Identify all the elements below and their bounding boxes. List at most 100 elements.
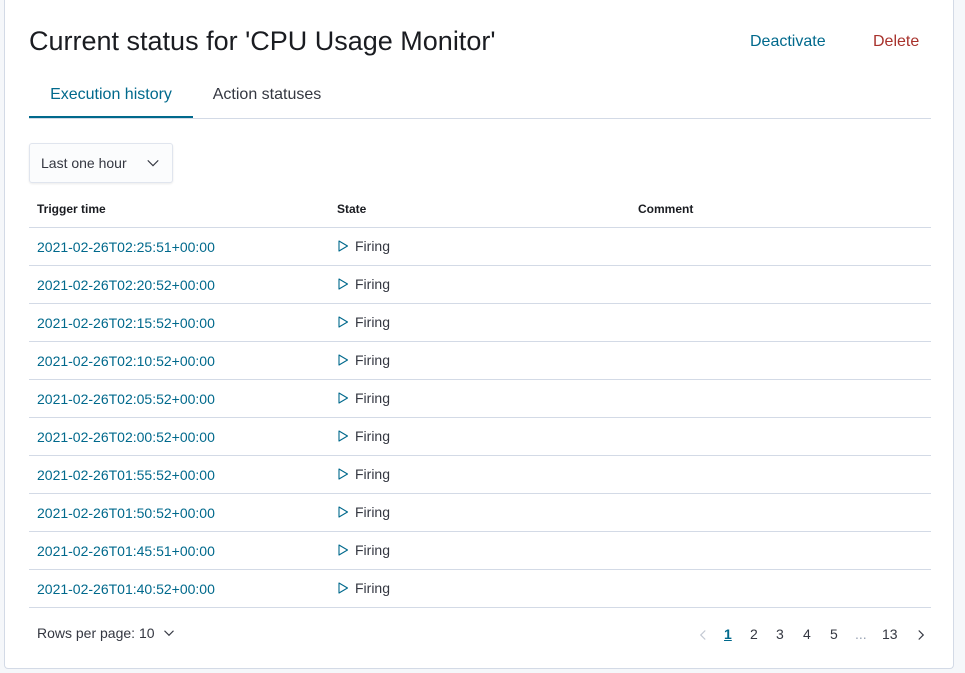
page-2[interactable]: 2 xyxy=(750,626,758,642)
trigger-time-link[interactable]: 2021-02-26T02:10:52+00:00 xyxy=(37,353,215,369)
delete-button[interactable]: Delete xyxy=(873,33,919,51)
table-row: 2021-02-26T02:05:52+00:00 Firing xyxy=(29,379,931,418)
trigger-time-link[interactable]: 2021-02-26T02:15:52+00:00 xyxy=(37,315,215,331)
trigger-time-link[interactable]: 2021-02-26T02:05:52+00:00 xyxy=(37,391,215,407)
trigger-time-link[interactable]: 2021-02-26T01:40:52+00:00 xyxy=(37,581,215,597)
state-cell: Firing xyxy=(329,227,630,266)
play-icon xyxy=(338,582,349,594)
page-13[interactable]: 13 xyxy=(882,626,898,642)
trigger-time-link[interactable]: 2021-02-26T02:20:52+00:00 xyxy=(37,277,215,293)
state-label: Firing xyxy=(355,238,391,254)
comment-cell xyxy=(630,303,931,342)
chevron-down-icon xyxy=(147,159,159,167)
state-label: Firing xyxy=(355,466,391,482)
state-cell: Firing xyxy=(329,417,630,456)
play-icon xyxy=(338,316,349,328)
state-label: Firing xyxy=(355,580,391,596)
time-range-select[interactable]: Last one hour xyxy=(29,143,173,183)
state-cell: Firing xyxy=(329,531,630,570)
trigger-time-cell: 2021-02-26T01:40:52+00:00 xyxy=(29,569,329,608)
page-5[interactable]: 5 xyxy=(830,626,838,642)
table-row: 2021-02-26T02:25:51+00:00 Firing xyxy=(29,227,931,266)
tab-action-statuses[interactable]: Action statuses xyxy=(193,74,341,118)
trigger-time-link[interactable]: 2021-02-26T01:45:51+00:00 xyxy=(37,543,215,559)
page-3[interactable]: 3 xyxy=(776,626,784,642)
state-label: Firing xyxy=(355,352,391,368)
chevron-left-icon[interactable] xyxy=(697,629,709,641)
comment-cell xyxy=(630,417,931,456)
state-label: Firing xyxy=(355,276,391,292)
state-badge: Firing xyxy=(337,352,390,368)
table-header-row: Trigger time State Comment xyxy=(29,191,931,228)
state-cell: Firing xyxy=(329,303,630,342)
trigger-time-cell: 2021-02-26T02:25:51+00:00 xyxy=(29,227,329,266)
trigger-time-cell: 2021-02-26T02:15:52+00:00 xyxy=(29,303,329,342)
table-row: 2021-02-26T02:20:52+00:00 Firing xyxy=(29,265,931,304)
state-badge: Firing xyxy=(337,276,390,292)
tab-bar: Execution history Action statuses xyxy=(29,74,931,119)
time-range-value: Last one hour xyxy=(41,155,127,171)
trigger-time-cell: 2021-02-26T02:05:52+00:00 xyxy=(29,379,329,418)
rows-per-page-button[interactable]: Rows per page: 10 xyxy=(37,625,175,641)
table-row: 2021-02-26T01:40:52+00:00 Firing xyxy=(29,569,931,608)
comment-cell xyxy=(630,455,931,494)
state-badge: Firing xyxy=(337,390,390,406)
table-row: 2021-02-26T02:15:52+00:00 Firing xyxy=(29,303,931,342)
state-badge: Firing xyxy=(337,314,390,330)
trigger-time-cell: 2021-02-26T01:50:52+00:00 xyxy=(29,493,329,532)
trigger-time-link[interactable]: 2021-02-26T02:00:52+00:00 xyxy=(37,429,215,445)
trigger-time-link[interactable]: 2021-02-26T01:50:52+00:00 xyxy=(37,505,215,521)
trigger-time-cell: 2021-02-26T02:20:52+00:00 xyxy=(29,265,329,304)
table-row: 2021-02-26T01:50:52+00:00 Firing xyxy=(29,493,931,532)
comment-cell xyxy=(630,493,931,532)
state-badge: Firing xyxy=(337,542,390,558)
trigger-time-cell: 2021-02-26T02:10:52+00:00 xyxy=(29,341,329,380)
trigger-time-link[interactable]: 2021-02-26T01:55:52+00:00 xyxy=(37,467,215,483)
state-badge: Firing xyxy=(337,428,390,444)
state-label: Firing xyxy=(355,390,391,406)
table-row: 2021-02-26T02:10:52+00:00 Firing xyxy=(29,341,931,380)
column-header-state[interactable]: State xyxy=(329,191,630,228)
table-row: 2021-02-26T01:45:51+00:00 Firing xyxy=(29,531,931,570)
comment-cell xyxy=(630,265,931,304)
state-cell: Firing xyxy=(329,341,630,380)
page-4[interactable]: 4 xyxy=(803,626,811,642)
chevron-right-icon[interactable] xyxy=(915,629,927,641)
execution-history-table: Trigger time State Comment 2021-02-26T02… xyxy=(29,191,931,608)
state-cell: Firing xyxy=(329,569,630,608)
play-icon xyxy=(338,240,349,252)
chevron-down-icon xyxy=(163,630,174,637)
play-icon xyxy=(338,468,349,480)
play-icon xyxy=(338,506,349,518)
pagination: 1 2 3 4 5 ... 13 xyxy=(691,623,931,647)
state-label: Firing xyxy=(355,504,391,520)
table-row: 2021-02-26T01:55:52+00:00 Firing xyxy=(29,455,931,494)
page-ellipsis: ... xyxy=(855,626,867,642)
column-header-comment[interactable]: Comment xyxy=(630,191,931,228)
column-header-trigger-time[interactable]: Trigger time xyxy=(29,191,329,228)
comment-cell xyxy=(630,531,931,570)
state-badge: Firing xyxy=(337,238,390,254)
page-1[interactable]: 1 xyxy=(724,626,732,642)
state-badge: Firing xyxy=(337,466,390,482)
comment-cell xyxy=(630,341,931,380)
play-icon xyxy=(338,278,349,290)
comment-cell xyxy=(630,227,931,266)
state-badge: Firing xyxy=(337,504,390,520)
play-icon xyxy=(338,354,349,366)
page-title: Current status for 'CPU Usage Monitor' xyxy=(29,26,496,56)
rows-per-page-label: Rows per page: 10 xyxy=(37,625,155,641)
trigger-time-cell: 2021-02-26T02:00:52+00:00 xyxy=(29,417,329,456)
play-icon xyxy=(338,392,349,404)
state-label: Firing xyxy=(355,314,391,330)
trigger-time-cell: 2021-02-26T01:45:51+00:00 xyxy=(29,531,329,570)
state-badge: Firing xyxy=(337,580,390,596)
state-cell: Firing xyxy=(329,493,630,532)
deactivate-button[interactable]: Deactivate xyxy=(750,33,826,51)
table-row: 2021-02-26T02:00:52+00:00 Firing xyxy=(29,417,931,456)
state-cell: Firing xyxy=(329,379,630,418)
play-icon xyxy=(338,544,349,556)
tab-execution-history[interactable]: Execution history xyxy=(29,74,193,118)
trigger-time-link[interactable]: 2021-02-26T02:25:51+00:00 xyxy=(37,239,215,255)
watch-status-panel: Current status for 'CPU Usage Monitor' D… xyxy=(4,0,954,669)
